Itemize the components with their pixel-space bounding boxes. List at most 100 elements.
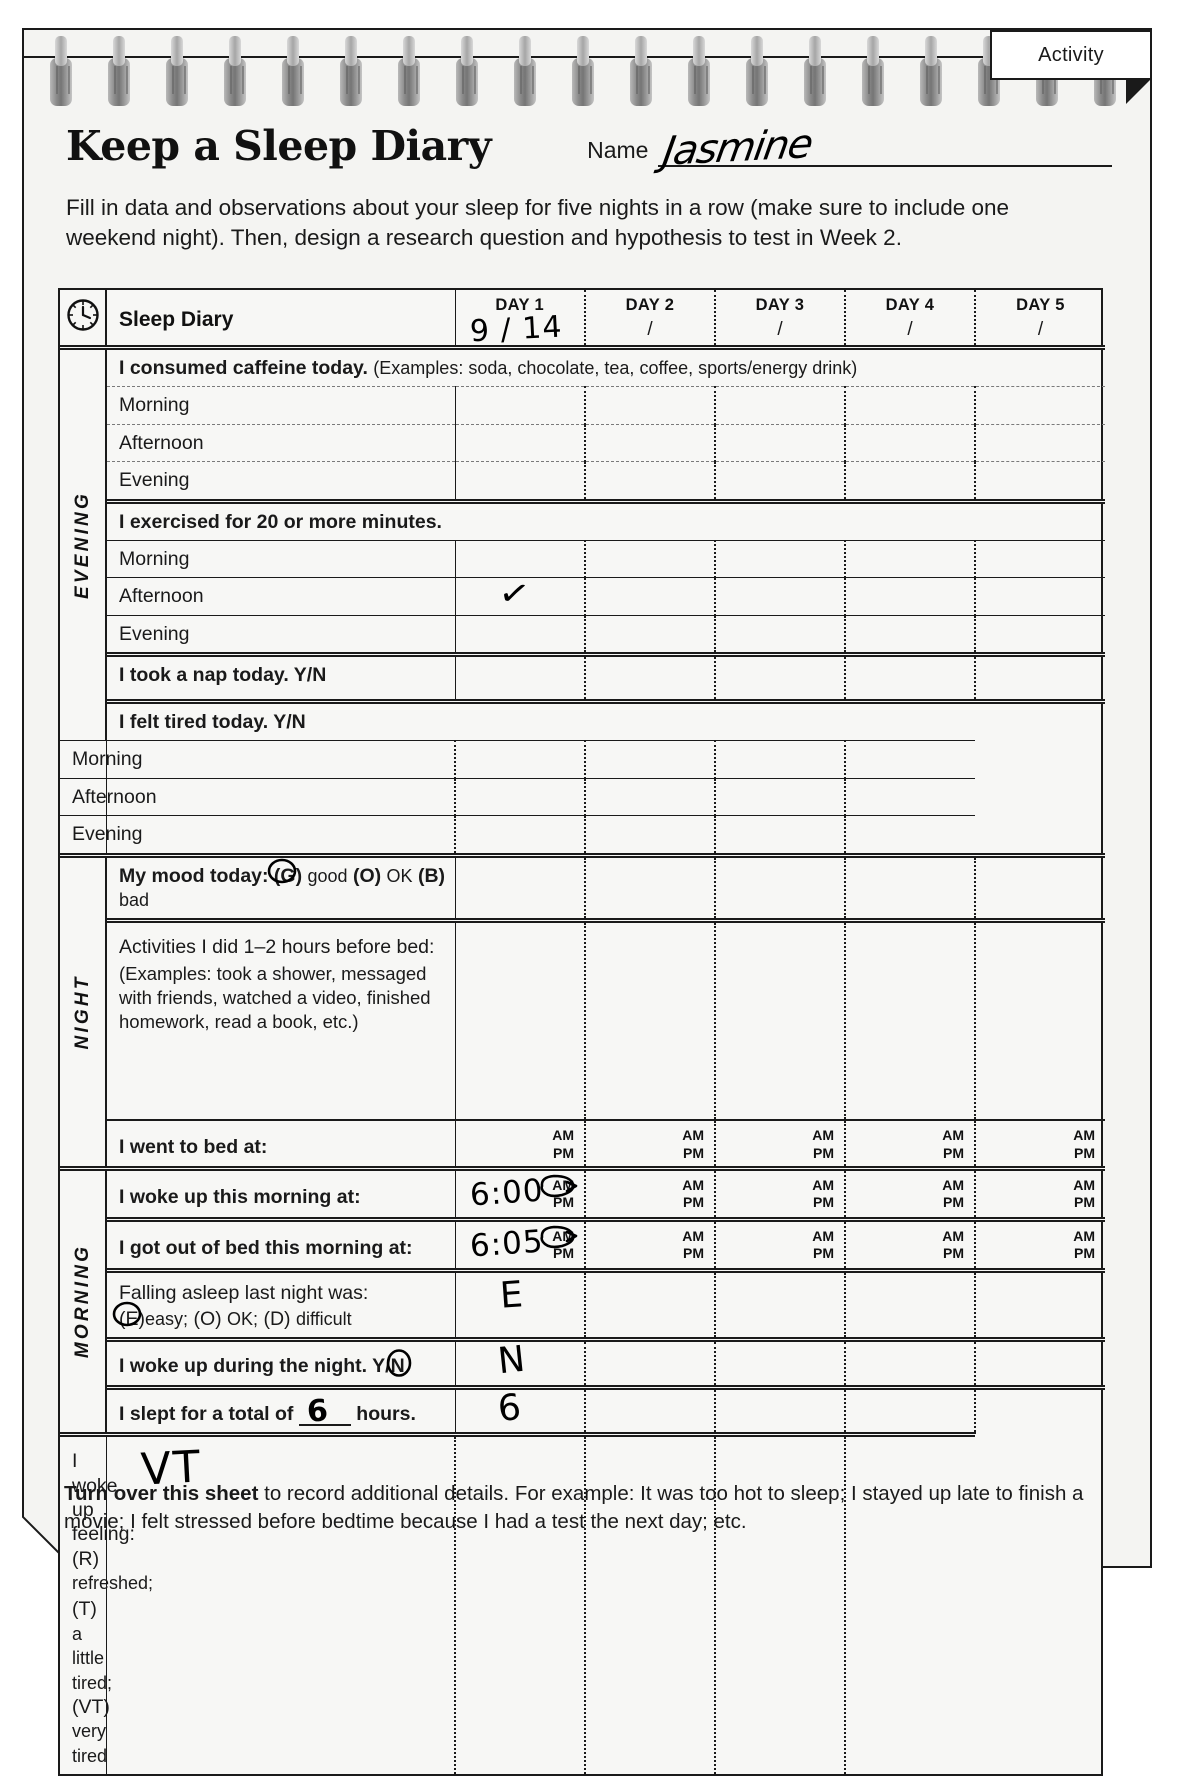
cell-exercise-morning-day3[interactable] [715,539,846,578]
cell-slept-day5[interactable] [975,1389,1105,1433]
cell-bedtime-day2[interactable]: AM PM [585,1119,716,1167]
cell-gotout-day5[interactable]: AM PM [975,1221,1105,1269]
cell-caffeine-evening-day1[interactable] [455,461,586,500]
cell-mood-day2[interactable] [585,856,716,920]
ampm-label: AM PM [682,1227,704,1262]
cell-tired-evening-day1[interactable] [106,815,456,854]
day-date[interactable]: / [716,319,844,341]
cell-slept-day1[interactable]: 6 [455,1387,586,1434]
cell-exercise-evening-day3[interactable] [715,614,846,653]
cell-tired-afternoon-day1[interactable] [106,777,456,816]
cell-exercise-afternoon-day4[interactable] [845,577,976,616]
cell-tired-morning-day2[interactable] [455,740,586,779]
cell-caffeine-afternoon-day4[interactable] [845,423,976,462]
cell-caffeine-evening-day3[interactable] [715,461,846,500]
cell-tired-evening-day4[interactable] [715,815,846,854]
cell-wokenight-day4[interactable] [845,1341,976,1386]
cell-activities-day2[interactable] [585,922,716,1121]
cell-slept-day4[interactable] [845,1388,976,1434]
cell-falling-day2[interactable] [585,1271,716,1339]
cell-tired-morning-day3[interactable] [585,740,716,779]
cell-wakeup-day5[interactable]: AM PM [975,1170,1105,1218]
cell-gotout-day2[interactable]: AM PM [585,1220,716,1269]
day-date[interactable]: / [846,319,974,341]
cell-tired-afternoon-day5[interactable] [845,777,975,816]
cell-caffeine-afternoon-day5[interactable] [975,423,1105,462]
cell-mood-day5[interactable] [975,857,1105,920]
cell-mood-day4[interactable] [845,856,976,920]
cell-activities-day1[interactable] [455,922,586,1121]
cell-activities-day3[interactable] [715,922,846,1121]
cell-tired-morning-day4[interactable] [715,740,846,779]
cell-caffeine-evening-day4[interactable] [845,461,976,500]
cell-wakeup-day3[interactable]: AM PM [715,1169,846,1218]
cell-falling-day5[interactable] [975,1272,1105,1339]
cell-caffeine-afternoon-day2[interactable] [585,423,716,462]
cell-tired-afternoon-day2[interactable] [455,777,586,816]
cell-tired-evening-day3[interactable] [585,815,716,854]
cell-falling-day3[interactable] [715,1271,846,1339]
cell-exercise-evening-day2[interactable] [585,614,716,653]
cell-nap-day4[interactable] [845,656,976,700]
cell-bedtime-day1[interactable]: AM PM [455,1119,586,1167]
cell-tired-morning-day5[interactable] [845,740,975,779]
cell-wakeup-day2[interactable]: AM PM [585,1169,716,1218]
ampm-label: AM PM [1073,1176,1095,1211]
cell-gotout-day3[interactable]: AM PM [715,1220,846,1269]
day-date[interactable]: / [976,319,1105,341]
cell-tired-evening-day2[interactable] [455,815,586,854]
cell-caffeine-morning-day2[interactable] [585,386,716,425]
cell-tired-afternoon-day3[interactable] [585,777,716,816]
cell-nap-day1[interactable] [455,656,586,700]
caffeine-afternoon-row: Afternoon [60,423,1105,462]
cell-exercise-evening-day4[interactable] [845,614,976,653]
cell-exercise-afternoon-day3[interactable] [715,577,846,616]
name-input[interactable]: Jasmine [658,121,1112,175]
cell-falling-day1[interactable]: E [455,1271,586,1339]
cell-exercise-afternoon-day5[interactable] [975,577,1105,616]
cell-tired-afternoon-day4[interactable] [715,777,846,816]
cell-nap-day5[interactable] [975,656,1105,700]
cell-bedtime-day3[interactable]: AM PM [715,1119,846,1167]
cell-caffeine-morning-day5[interactable] [975,386,1105,425]
cell-tired-evening-day5[interactable] [845,815,975,854]
cell-exercise-morning-day5[interactable] [975,539,1105,578]
cell-mood-day3[interactable] [715,856,846,920]
cell-caffeine-morning-day4[interactable] [845,386,976,425]
cell-caffeine-afternoon-day3[interactable] [715,423,846,462]
cell-activities-day5[interactable] [975,922,1105,1120]
cell-exercise-morning-day1[interactable] [455,539,586,578]
day-date[interactable]: / [586,319,714,341]
cell-wokenight-day1[interactable]: N [455,1339,586,1386]
cell-exercise-evening-day5[interactable] [975,614,1105,653]
cell-wokenight-day5[interactable] [975,1341,1105,1385]
cell-falling-day4[interactable] [845,1271,976,1339]
cell-gotout-day1[interactable]: AM PM 6:05 [455,1220,586,1269]
cell-wakeup-day4[interactable]: AM PM [845,1169,976,1218]
cell-exercise-morning-day2[interactable] [585,539,716,578]
cell-mood-day1[interactable] [455,856,586,920]
cell-nap-day3[interactable] [715,656,846,700]
cell-wokenight-day2[interactable] [585,1341,716,1386]
cell-activities-day4[interactable] [845,922,976,1121]
slept-hours-blank[interactable]: 6 [298,1393,351,1429]
cell-caffeine-morning-day3[interactable] [715,386,846,425]
cell-exercise-afternoon-day1[interactable]: ✓ [455,572,586,616]
cell-exercise-evening-day1[interactable] [455,614,586,653]
cell-bedtime-day4[interactable]: AM PM [845,1119,976,1167]
cell-caffeine-afternoon-day1[interactable] [455,423,586,462]
cell-bedtime-day5[interactable]: AM PM [975,1119,1105,1167]
cell-exercise-morning-day4[interactable] [845,539,976,578]
cell-exercise-afternoon-day2[interactable] [585,577,716,616]
cell-caffeine-morning-day1[interactable] [455,386,586,425]
activity-tab[interactable]: Activity [990,30,1152,80]
cell-wakeup-day1[interactable]: AM PM 6:00 [455,1169,586,1218]
cell-slept-day2[interactable] [585,1388,716,1434]
cell-slept-day3[interactable] [715,1388,846,1434]
cell-nap-day2[interactable] [585,656,716,700]
cell-gotout-day4[interactable]: AM PM [845,1220,976,1269]
cell-wokenight-day3[interactable] [715,1341,846,1386]
cell-caffeine-evening-day5[interactable] [975,461,1105,500]
cell-caffeine-evening-day2[interactable] [585,461,716,500]
cell-tired-morning-day1[interactable] [106,740,456,779]
